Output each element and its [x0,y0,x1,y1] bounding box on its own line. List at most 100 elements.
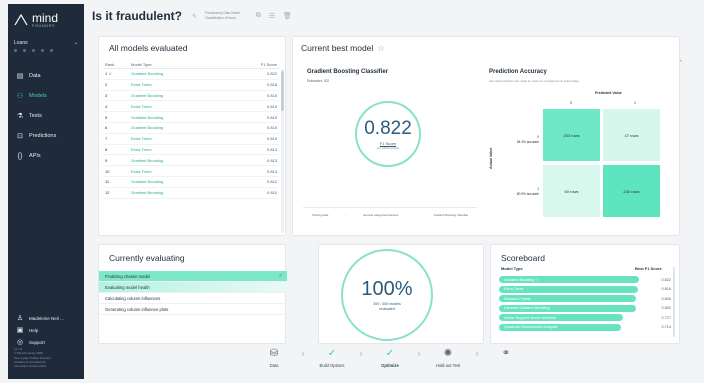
confusion-cell-fn[interactable]: 60 rows [543,165,600,217]
logo[interactable]: mind FOUNDRY [8,4,84,30]
scoreboard-row[interactable]: Quadratic Discriminant Analysis 0.714 [499,323,671,332]
sidebar-bottom-item-0[interactable]: ♙ Madeleine Neil ... [8,312,84,324]
predictions-icon: ⊡ [17,133,23,140]
pipeline-arrow-icon: | [345,213,347,217]
all-models-card: All models evaluated Rank Model Type F1 … [98,36,286,236]
table-row[interactable]: 8 Extra Trees 0.813 [103,145,279,156]
model-type-link[interactable]: Gradient Boosting [131,93,253,98]
scoreboard-bar[interactable]: Extra Trees [499,285,638,293]
pencil-icon[interactable]: ✎ [192,13,197,20]
model-type-link[interactable]: Gradient Boosting [131,125,253,130]
table-row[interactable]: 4 Extra Trees 0.815 [103,101,279,113]
model-type-link[interactable]: Gradient Boosting [131,71,253,76]
version-info: v1.7.0 © Mind Foundry 2020 Use is part of … [14,347,78,368]
star-icon[interactable]: ☆ [378,44,385,53]
table-row[interactable]: 2 Extra Trees 0.818 [103,80,279,91]
scoreboard-score: 0.727 [661,315,671,320]
scoreboard-model-label: Gradient Boosting ☆ [504,278,539,282]
sidebar-item-apis[interactable]: {} APIs [8,146,84,166]
f1-score-cell: 0.813 [266,157,277,163]
confusion-cell-tn[interactable]: 253 rows [543,109,600,161]
col-rank[interactable]: Rank [103,62,131,67]
table-row[interactable]: 3 Gradient Boosting 0.815 [103,91,279,102]
model-type-link[interactable]: Extra Trees [131,136,253,141]
api-icon: {} [17,152,23,160]
table-row[interactable]: 11 Gradient Boosting 0.812 [103,177,279,188]
scoreboard-row[interactable]: Gradient Boosting ☆ 0.822 [499,275,671,284]
stepper-step-hold-out-test[interactable]: ✺ Hold-out Test [428,347,468,368]
scoreboard-score: 0.805 [661,296,671,301]
model-type-link[interactable]: Extra Trees [131,82,253,87]
pipeline-step[interactable]: Gradient Boosting Classifier [434,213,469,217]
toolbar-icons: ⧉ ☰ 🗑 [256,12,292,20]
rank-cell: 4 [105,103,108,109]
sidebar-bottom-item-1[interactable]: ▣ Help [8,324,84,336]
trash-icon[interactable]: 🗑 [283,12,292,20]
progress-percent: 100% [361,277,413,300]
scoreboard-scrollbar[interactable] [673,267,675,337]
scoreboard-row[interactable]: Extra Trees 0.818 [499,285,671,294]
help-icon: ▣ [16,327,24,334]
scoreboard-row[interactable]: Linear Support Vector Machine 0.727 [499,313,671,322]
scoreboard-bar[interactable]: Quadratic Discriminant Analysis [499,323,621,331]
stepper-step-share[interactable]: ⚭ [486,347,526,363]
models-icon: ⚇ [16,93,24,100]
pipeline: Training Data | Encode categorical feature… [303,207,477,217]
stepper-step-data[interactable]: ⛁ Data [254,347,294,368]
database-icon: ⛁ [269,348,279,359]
stepper-step-label: Build Options [319,363,345,368]
f1-score-cell: 0.815 [266,114,277,120]
sidebar-item-predictions[interactable]: ⊡ Predictions [8,126,84,146]
table-row[interactable]: 12 Gradient Boosting 0.810 [103,188,279,199]
scoreboard-model-label: Extreme Gradient Boosting [504,306,550,310]
scoreboard-row[interactable]: Random Forest 0.805 [499,294,671,303]
evaluation-step-label: Finalizing chosen model [105,273,150,279]
col-model-type[interactable]: Model Type [131,62,253,67]
copy-icon[interactable]: ⧉ [256,12,261,20]
scoreboard-bar[interactable]: Linear Support Vector Machine [499,314,623,321]
evaluating-card: Currently evaluating Finalizing chosen m… [98,244,287,344]
score-ring: 0.822 F1 Score (on training data) [355,101,421,167]
list-icon[interactable]: ☰ [269,12,275,20]
actual-row-1: 1 80.9% accurate [516,187,539,196]
table-row[interactable]: 1 ☆ Gradient Boosting 0.822 [103,69,279,80]
model-type-link[interactable]: Gradient Boosting [131,179,253,184]
pipeline-step[interactable]: Training Data [312,213,329,217]
model-type-link[interactable]: Extra Trees [131,104,253,109]
scoreboard-model-label: Linear Support Vector Machine [504,315,557,320]
scoreboard-bar[interactable]: Gradient Boosting ☆ [499,276,639,283]
table-row[interactable]: 5 Gradient Boosting 0.815 [103,112,279,123]
table-row[interactable]: 9 Gradient Boosting 0.813 [103,155,279,167]
col-f1-score[interactable]: F1 Score [253,62,277,67]
share-icon: ⚭ [501,348,511,359]
project-selector[interactable]: Loans ⌄ [14,40,78,46]
scoreboard-row[interactable]: Extreme Gradient Boosting 0.802 [499,304,671,313]
table-row[interactable]: 7 Extra Trees 0.815 [103,134,279,145]
confusion-cell-fp[interactable]: 47 rows [603,109,660,161]
model-type-link[interactable]: Extra Trees [131,169,253,174]
model-type-link[interactable]: Gradient Boosting [131,190,253,195]
evaluation-step-label: Calculating column influences [105,295,161,301]
scoreboard-bar[interactable]: Extreme Gradient Boosting [499,304,636,312]
rank-cell: 6 [105,125,108,131]
progress-ring: 100% 300 / 300 models evaluated [341,249,433,341]
stepper-step-optimize[interactable]: ✓ Optimize [370,347,410,368]
model-type-link[interactable]: Gradient Boosting [131,158,253,163]
model-type-link[interactable]: Gradient Boosting [131,115,253,120]
best-model-name: Gradient Boosting Classifier [307,69,389,75]
scoreboard-bar[interactable]: Random Forest [499,295,636,302]
table-row[interactable]: 10 Extra Trees 0.813 [103,166,279,177]
pipeline-step[interactable]: Encode categorical features [364,213,399,217]
models-scrollbar[interactable] [281,69,284,233]
stepper-step-build-options[interactable]: ✓ Build Options [312,347,352,368]
actual-row-0: 0 84.3% accurate [516,135,539,144]
sidebar-item-tests[interactable]: ⚗ Tests [8,106,84,126]
best-score: 0.822 [364,117,412,139]
table-row[interactable]: 6 Gradient Boosting 0.815 [103,123,279,134]
sidebar-item-data[interactable]: ▤ Data [8,66,84,86]
confusion-cell-tp[interactable]: 240 rows [603,165,660,217]
stepper-step-label: Optimize [381,363,399,368]
sidebar-item-models[interactable]: ⚇ Models [8,86,84,106]
model-type-link[interactable]: Extra Trees [131,147,253,152]
evaluation-step-label: Evaluating model health [105,284,150,290]
